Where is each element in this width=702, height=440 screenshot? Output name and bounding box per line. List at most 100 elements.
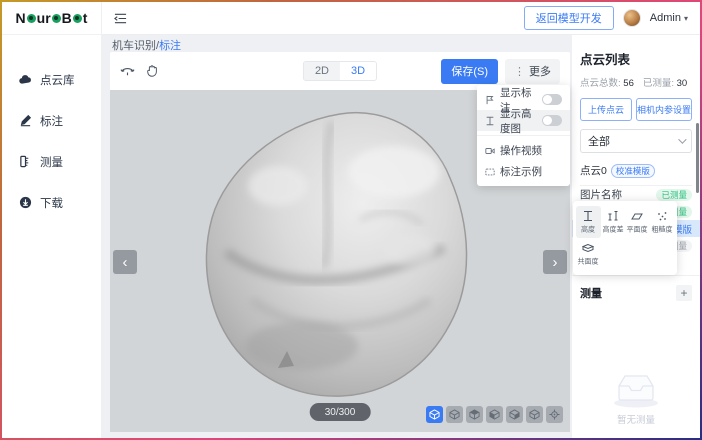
- viewer-toolbar: 2D 3D 保存(S) ⋮ 更多 显示标注: [110, 52, 570, 90]
- crosshair-icon: [549, 409, 560, 420]
- pan-hand-icon[interactable]: [145, 64, 159, 78]
- download-icon: [19, 196, 32, 209]
- filter-value: 全部: [588, 133, 610, 149]
- toolbar-right: 保存(S) ⋮ 更多: [441, 59, 560, 84]
- filter-select[interactable]: 全部: [580, 129, 692, 153]
- top-header: 返回模型开发 Admin ▾: [102, 2, 700, 35]
- rotate-tool-icon[interactable]: [120, 64, 135, 79]
- sidebar: NurBt 点云库 标注 测量 下载: [2, 2, 102, 438]
- mode-3d-button[interactable]: 3D: [340, 62, 376, 80]
- prev-image-button[interactable]: ‹: [113, 250, 137, 274]
- sidebar-item-label: 测量: [40, 154, 63, 170]
- recenter-button[interactable]: [546, 406, 563, 423]
- view-left-button[interactable]: [486, 406, 503, 423]
- tooth-model: [182, 100, 482, 400]
- breadcrumb: 机车识别/标注: [112, 37, 181, 53]
- cube-icon: [449, 409, 460, 420]
- tool-flatness[interactable]: 平面度: [625, 206, 650, 238]
- caret-down-icon: ▾: [684, 14, 688, 23]
- tool-roughness[interactable]: 粗糙度: [650, 206, 675, 238]
- gear-icon: [27, 14, 36, 23]
- camera-intrinsics-button[interactable]: 相机内参设置: [636, 98, 692, 121]
- video-icon: [485, 146, 495, 156]
- cube-icon: [529, 409, 540, 420]
- flag-icon: [485, 95, 495, 105]
- avatar[interactable]: [623, 9, 641, 27]
- example-icon: [485, 167, 495, 177]
- menu-item-show-heightmap[interactable]: 显示高度图: [477, 110, 570, 131]
- stat-total: 点云总数: 56: [580, 75, 634, 89]
- view-right-button[interactable]: [506, 406, 523, 423]
- tool-height[interactable]: 高度: [576, 206, 601, 238]
- user-name: Admin: [650, 12, 681, 24]
- measure-tools-popover: 高度 高度差 平面度 粗糙度: [573, 201, 677, 275]
- flatness-tool-icon: [631, 210, 643, 222]
- sidebar-item-pointcloud-library[interactable]: 点云库: [2, 59, 101, 100]
- cube-icon: [469, 409, 480, 420]
- more-button[interactable]: ⋮ 更多: [505, 59, 560, 84]
- empty-box-icon: [609, 369, 663, 409]
- measure-section-title: 测量: [580, 285, 602, 301]
- view-front-button[interactable]: [446, 406, 463, 423]
- header-right: 返回模型开发 Admin ▾: [524, 6, 688, 30]
- list-scrollbar[interactable]: [696, 123, 699, 193]
- mode-2d-button[interactable]: 2D: [304, 62, 340, 80]
- save-button[interactable]: 保存(S): [441, 59, 498, 84]
- upload-pointcloud-button[interactable]: 上传点云: [580, 98, 632, 121]
- calibration-template-badge: 校准模版: [611, 164, 655, 178]
- measure-section-header: 测量 +: [572, 275, 700, 301]
- sidebar-item-label: 下载: [40, 195, 63, 211]
- image-name: 图片名称: [580, 187, 622, 202]
- view-cube-perspective-button[interactable]: [426, 406, 443, 423]
- view-orientation-buttons: [426, 406, 563, 423]
- stat-measured: 已测量: 30: [643, 75, 687, 89]
- pen-icon: [19, 114, 32, 127]
- menu-fold-icon[interactable]: [114, 12, 127, 25]
- menu-item-annotation-example[interactable]: 标注示例: [477, 161, 570, 182]
- cube-icon: [429, 409, 440, 420]
- measured-badge: 已测量: [656, 189, 692, 201]
- show-annotation-toggle[interactable]: [542, 94, 562, 105]
- empty-state-text: 暂无测量: [617, 412, 655, 426]
- show-heightmap-toggle[interactable]: [542, 115, 562, 126]
- panel-stats: 点云总数: 56 已测量: 30: [580, 75, 692, 89]
- content-area: 机车识别/标注 2D 3D 保存(S): [102, 35, 700, 438]
- more-dropdown-menu: 显示标注 显示高度图 操作视频: [477, 85, 570, 186]
- sidebar-item-measure[interactable]: 测量: [2, 141, 101, 182]
- view-top-button[interactable]: [526, 406, 543, 423]
- sidebar-item-download[interactable]: 下载: [2, 182, 101, 223]
- cloud-icon: [19, 73, 32, 86]
- sidebar-item-label: 标注: [40, 113, 63, 129]
- menu-item-label: 操作视频: [500, 143, 542, 158]
- tool-height-difference[interactable]: 高度差: [601, 206, 626, 238]
- main-column: 返回模型开发 Admin ▾ 机车识别/标注: [102, 2, 700, 438]
- view-back-button[interactable]: [466, 406, 483, 423]
- pointcloud-name: 点云0: [580, 163, 607, 178]
- add-measure-button[interactable]: +: [676, 285, 692, 301]
- menu-item-tutorial-video[interactable]: 操作视频: [477, 140, 570, 161]
- chevron-down-icon: [678, 135, 686, 143]
- gear-icon: [52, 14, 61, 23]
- sidebar-item-annotation[interactable]: 标注: [2, 100, 101, 141]
- sidebar-nav: 点云库 标注 测量 下载: [2, 35, 101, 223]
- pointcloud-group-item[interactable]: 点云0 校准模版: [580, 163, 692, 178]
- height-diff-tool-icon: [607, 210, 619, 222]
- panel-title: 点云列表: [580, 49, 692, 68]
- chevron-left-icon: ‹: [123, 254, 128, 271]
- menu-item-label: 显示高度图: [500, 106, 537, 136]
- ruler-icon: [19, 155, 32, 168]
- app-frame: NurBt 点云库 标注 测量 下载: [0, 0, 702, 440]
- breadcrumb-current: 标注: [159, 40, 181, 52]
- next-image-button[interactable]: ›: [543, 250, 567, 274]
- user-menu[interactable]: Admin ▾: [650, 12, 688, 24]
- chevron-right-icon: ›: [553, 254, 558, 271]
- viewer-card: 2D 3D 保存(S) ⋮ 更多 显示标注: [110, 52, 570, 432]
- panel-buttons: 上传点云 相机内参设置: [580, 98, 692, 121]
- plus-icon: +: [680, 286, 687, 300]
- tool-coplanarity[interactable]: 共面度: [576, 238, 601, 270]
- gear-icon: [73, 14, 82, 23]
- more-label: 更多: [529, 63, 551, 79]
- back-to-model-dev-button[interactable]: 返回模型开发: [524, 6, 614, 30]
- view-mode-switch: 2D 3D: [303, 61, 377, 81]
- breadcrumb-section[interactable]: 机车识别: [112, 40, 156, 52]
